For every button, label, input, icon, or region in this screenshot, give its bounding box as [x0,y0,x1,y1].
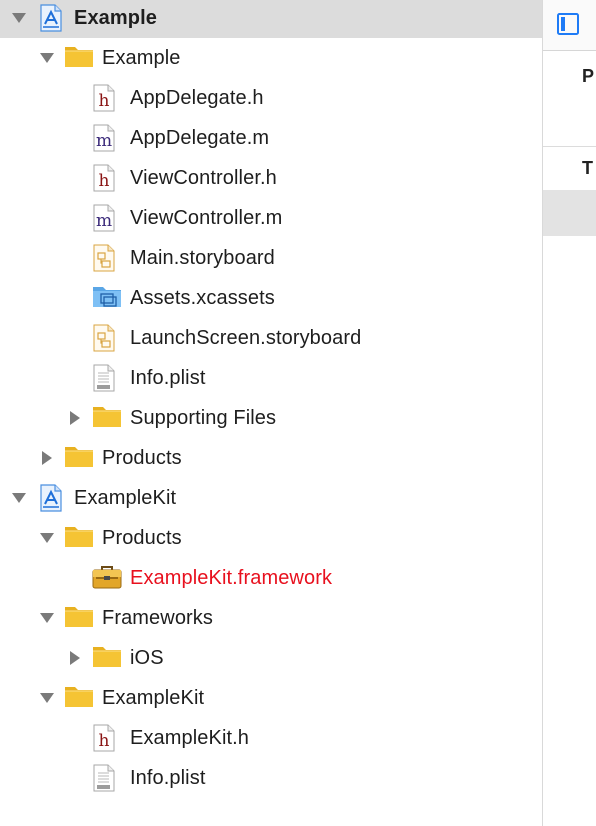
plist-file-icon [92,364,122,392]
disclosure-expanded-icon[interactable] [38,49,56,67]
storyboard-file-icon [92,244,122,272]
plist-file-icon [92,764,122,792]
navigator-row[interactable]: iOS [0,638,542,678]
navigator-row[interactable]: h ExampleKit.h [0,718,542,758]
xcode-project-icon [38,4,68,32]
navigator-row[interactable]: LaunchScreen.storyboard [0,318,542,358]
navigator-row[interactable]: ExampleKit.framework [0,558,542,598]
asset-catalog-icon [92,284,122,312]
disclosure-collapsed-icon[interactable] [66,409,84,427]
navigator-row-label: AppDelegate.h [130,87,264,109]
disclosure-expanded-icon[interactable] [10,9,28,27]
disclosure-collapsed-icon[interactable] [38,449,56,467]
navigator-row[interactable]: h ViewController.h [0,158,542,198]
navigator-row[interactable]: Example [0,38,542,78]
disclosure-collapsed-icon[interactable] [66,649,84,667]
navigator-row-label: ExampleKit.h [130,727,250,749]
navigator-row[interactable]: m ViewController.m [0,198,542,238]
navigator-row-label: Info.plist [130,767,206,789]
svg-text:h: h [99,731,110,751]
navigator-row-label: ViewController.m [130,207,283,229]
navigator-row-label: iOS [130,647,164,669]
svg-text:h: h [99,91,110,111]
header-file-icon: h [92,724,122,752]
navigator-row-label: AppDelegate.m [130,127,270,149]
implementation-file-icon: m [92,124,122,152]
navigator-row-label: Example [102,47,181,69]
inspector-pane: P T [543,0,596,826]
svg-text:m: m [96,211,112,231]
framework-toolbox-icon [92,564,122,592]
navigator-row[interactable]: Products [0,518,542,558]
navigator-row-label: Assets.xcassets [130,287,275,309]
inspector-tab-bar [543,0,596,51]
folder-icon [92,644,122,672]
inspector-divider [543,146,596,147]
navigator-row[interactable]: Info.plist [0,358,542,398]
navigator-row[interactable]: Assets.xcassets [0,278,542,318]
navigator-row[interactable]: m AppDelegate.m [0,118,542,158]
folder-icon [64,444,94,472]
navigator-row[interactable]: Products [0,438,542,478]
file-inspector-icon[interactable] [557,13,579,35]
navigator-row-label: ExampleKit [74,487,177,509]
folder-icon [92,404,122,432]
disclosure-expanded-icon[interactable] [38,529,56,547]
navigator-row[interactable]: ExampleKit [0,478,542,518]
folder-icon [64,524,94,552]
navigator-row[interactable]: Frameworks [0,598,542,638]
navigator-row-label: Example [74,7,157,29]
navigator-row-label: ExampleKit.framework [130,567,333,589]
navigator-row-label: LaunchScreen.storyboard [130,327,362,349]
inspector-section-1-label: P [582,66,595,86]
navigator-row[interactable]: Supporting Files [0,398,542,438]
inspector-section-2-label: T [582,158,593,178]
storyboard-file-icon [92,324,122,352]
header-file-icon: h [92,164,122,192]
svg-text:m: m [96,131,112,151]
folder-icon [64,684,94,712]
disclosure-expanded-icon[interactable] [38,689,56,707]
navigator-row[interactable]: Main.storyboard [0,238,542,278]
navigator-row-label: Products [102,447,182,469]
navigator-row-label: Frameworks [102,607,214,629]
navigator-row[interactable]: Example [0,0,542,38]
header-file-icon: h [92,84,122,112]
inspector-header-band [543,190,596,236]
navigator-row[interactable]: h AppDelegate.h [0,78,542,118]
navigator-row-label: Info.plist [130,367,206,389]
navigator-row-label: Supporting Files [130,407,277,429]
navigator-row[interactable]: Info.plist [0,758,542,798]
project-navigator: Example Example h AppDelegate.h m AppDeleg… [0,0,543,826]
navigator-row-label: ViewController.h [130,167,277,189]
navigator-row-label: Main.storyboard [130,247,275,269]
disclosure-expanded-icon[interactable] [10,489,28,507]
navigator-row-label: Products [102,527,182,549]
folder-icon [64,604,94,632]
navigator-row-label: ExampleKit [102,687,205,709]
navigator-row[interactable]: ExampleKit [0,678,542,718]
svg-text:h: h [99,171,110,191]
disclosure-expanded-icon[interactable] [38,609,56,627]
implementation-file-icon: m [92,204,122,232]
xcode-project-icon [38,484,68,512]
folder-icon [64,44,94,72]
